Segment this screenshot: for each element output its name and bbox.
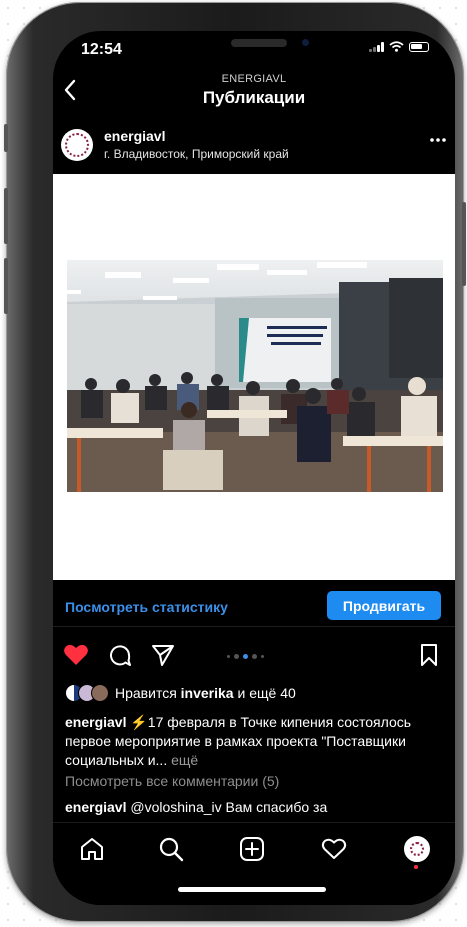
view-insights-link[interactable]: Посмотреть статистику: [65, 599, 228, 615]
carousel-dot: [261, 655, 264, 658]
likes-row[interactable]: Нравится inverika и ещё 40: [65, 684, 296, 702]
page-title: Публикации: [202, 88, 306, 107]
bottom-tab-bar: [53, 822, 455, 905]
search-icon[interactable]: [158, 836, 184, 862]
carousel-indicator: [227, 654, 264, 659]
view-all-comments-link[interactable]: Посмотреть все комментарии (5): [65, 773, 279, 789]
home-indicator[interactable]: [178, 887, 326, 892]
wifi-icon: [389, 41, 404, 52]
post-caption: energiavl ⚡17 февраля в Точке кипения со…: [65, 713, 445, 770]
comment-icon[interactable]: [108, 644, 132, 668]
signal-icon: [369, 41, 384, 52]
header-account-name: ENERGIAVL: [221, 73, 287, 85]
conference-photo: [67, 260, 443, 492]
speaker-notch: [231, 39, 287, 47]
post-username[interactable]: energiavl: [104, 128, 165, 144]
more-options-icon[interactable]: [429, 137, 447, 143]
status-time: 12:54: [81, 41, 122, 58]
status-icons: [369, 41, 429, 52]
comment-text: @voloshina_iv Вам спасибо за: [130, 799, 328, 815]
share-send-icon[interactable]: [151, 643, 175, 667]
carousel-dot: [234, 654, 239, 659]
battery-icon: [409, 41, 429, 52]
comment-username[interactable]: energiavl: [65, 799, 126, 815]
profile-tab-avatar[interactable]: [404, 836, 430, 862]
promote-button[interactable]: Продвигать: [327, 591, 441, 620]
power-button: [462, 202, 466, 286]
new-post-icon[interactable]: [239, 836, 265, 862]
liker-username[interactable]: inverika: [181, 685, 234, 701]
liker-avatar: [91, 684, 109, 702]
carousel-dot-active: [243, 654, 248, 659]
caption-more-link[interactable]: ещё: [171, 752, 198, 768]
screen: 12:54 ENERGIAVL Публикации energiavl г. …: [53, 31, 455, 905]
front-camera: [302, 39, 309, 46]
likes-text: Нравится inverika и ещё 40: [115, 685, 296, 701]
volume-up-button: [4, 188, 8, 244]
heart-filled-icon[interactable]: [63, 643, 89, 667]
carousel-dot: [252, 654, 257, 659]
post-location[interactable]: г. Владивосток, Приморский край: [104, 147, 289, 161]
carousel-dot: [227, 655, 230, 658]
mute-switch: [4, 124, 8, 152]
bookmark-icon[interactable]: [420, 643, 438, 667]
volume-down-button: [4, 258, 8, 314]
phone-frame: 12:54 ENERGIAVL Публикации energiavl г. …: [4, 2, 466, 922]
post-media[interactable]: [53, 174, 455, 580]
home-icon[interactable]: [79, 836, 105, 862]
post-avatar[interactable]: [61, 129, 93, 161]
comment-preview: energiavl @voloshina_iv Вам спасибо за: [65, 799, 445, 815]
caption-username[interactable]: energiavl: [65, 714, 126, 730]
notification-dot: [414, 865, 418, 869]
activity-heart-icon[interactable]: [321, 837, 347, 861]
